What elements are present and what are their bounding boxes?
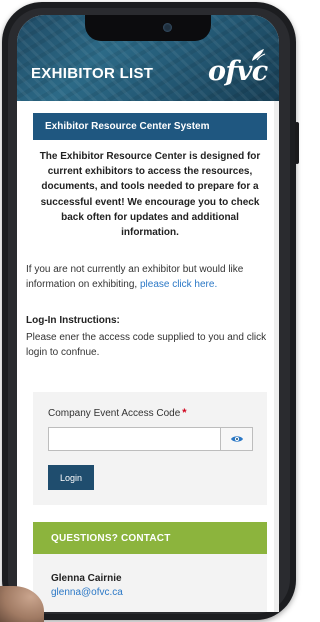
leaf-icon: [252, 49, 266, 61]
power-button: [295, 122, 299, 164]
camera-icon: [163, 23, 172, 32]
required-marker: *: [182, 407, 187, 419]
content-body: Exhibitor Resource Center System The Exh…: [26, 101, 274, 612]
login-button[interactable]: Login: [48, 465, 94, 490]
login-form: Company Event Access Code * Login: [33, 392, 267, 505]
contact-name: Glenna Cairnie: [51, 573, 122, 584]
intro-text: The Exhibitor Resource Center is designe…: [39, 151, 261, 239]
contact-email-link[interactable]: glenna@ofvc.ca: [51, 587, 123, 598]
access-code-label: Company Event Access Code *: [48, 407, 187, 419]
phone-notch: [85, 15, 211, 41]
page-title: EXHIBITOR LIST: [31, 65, 154, 82]
main-content: Exhibitor Resource Center System The Exh…: [17, 101, 279, 612]
exhibitor-notice: If you are not currently an exhibitor bu…: [26, 262, 272, 292]
page-header: EXHIBITOR LIST ofvc: [17, 15, 279, 101]
login-instructions-heading: Log-In Instructions:: [26, 315, 120, 326]
phone-screen: EXHIBITOR LIST ofvc Exhibitor Resource C…: [17, 15, 279, 612]
section-banner: Exhibitor Resource Center System: [33, 113, 267, 140]
contact-card: Glenna Cairnie glenna@ofvc.ca: [33, 554, 267, 612]
contact-header: QUESTIONS? CONTACT: [33, 522, 267, 554]
scrollbar[interactable]: [274, 101, 279, 612]
access-code-label-text: Company Event Access Code: [48, 408, 181, 419]
exhibit-info-link[interactable]: please click here.: [140, 279, 217, 290]
eye-icon: [230, 436, 243, 442]
show-code-button[interactable]: [220, 427, 253, 451]
login-instructions-text: Please ener the access code supplied to …: [26, 332, 267, 358]
access-code-input[interactable]: [48, 427, 220, 451]
